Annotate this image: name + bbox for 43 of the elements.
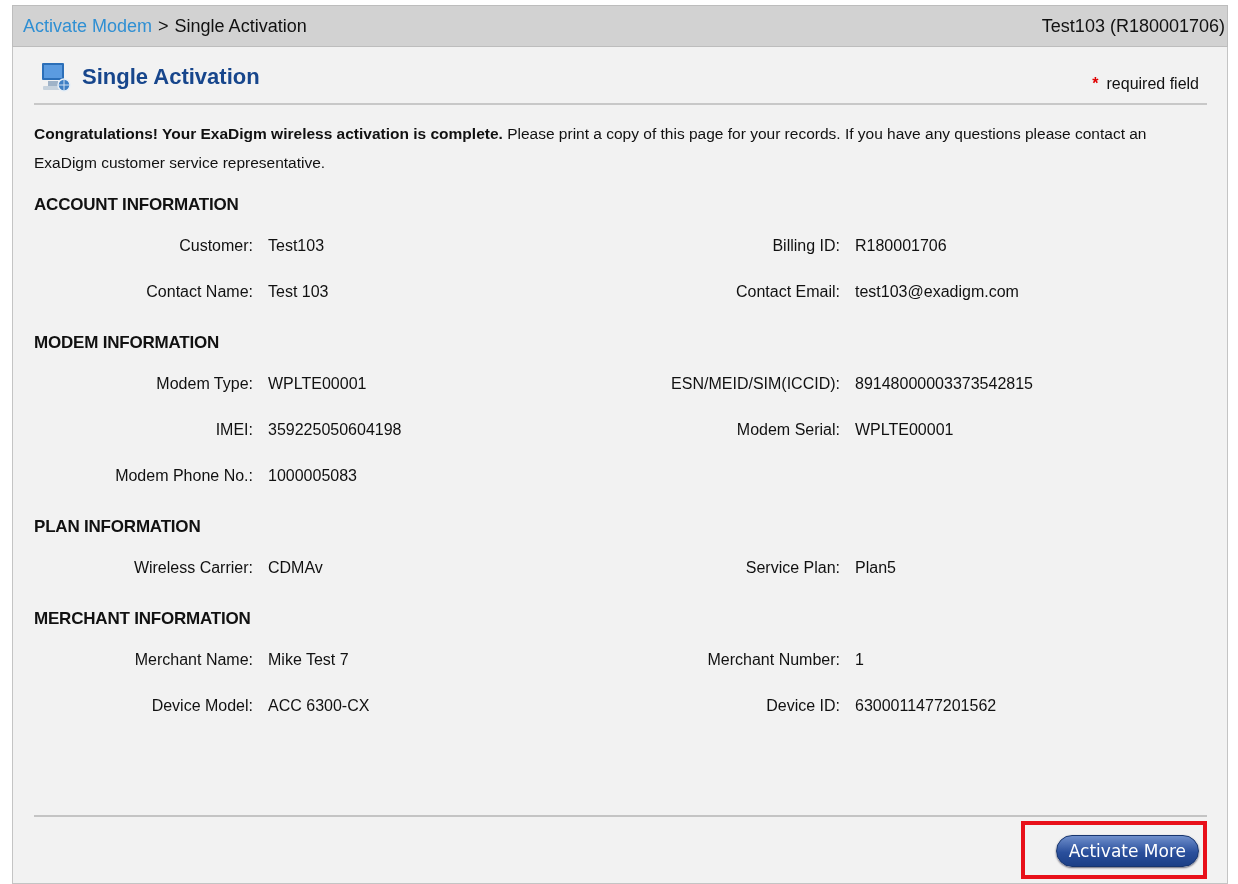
section-heading: PLAN INFORMATION bbox=[34, 517, 202, 537]
field-value: Mike Test 7 bbox=[268, 651, 350, 669]
field-label: Contact Name: bbox=[145, 283, 253, 301]
section-heading: MERCHANT INFORMATION bbox=[34, 609, 252, 629]
field-label: Wireless Carrier: bbox=[132, 559, 253, 577]
field-label: IMEI: bbox=[214, 421, 253, 439]
field-label: ESN/MEID/SIM(ICCID): bbox=[670, 375, 840, 393]
field-value: test103@exadigm.com bbox=[855, 283, 1020, 301]
field-label: Merchant Name: bbox=[133, 651, 253, 669]
page-title: Single Activation bbox=[82, 64, 260, 90]
field-value: Test 103 bbox=[268, 283, 330, 301]
field-value: 1 bbox=[855, 651, 865, 669]
section-heading: ACCOUNT INFORMATION bbox=[34, 195, 240, 215]
field-value: Test103 bbox=[268, 237, 326, 255]
field-label: Device Model: bbox=[150, 697, 253, 715]
field-value: CDMAv bbox=[268, 559, 324, 577]
field-value: Plan5 bbox=[855, 559, 897, 577]
field-label: Customer: bbox=[178, 237, 253, 255]
breadcrumb-current: Single Activation bbox=[174, 15, 307, 37]
activate-more-button[interactable]: Activate More bbox=[1055, 835, 1199, 867]
field-label: Billing ID: bbox=[771, 237, 840, 255]
field-label: Modem Serial: bbox=[735, 421, 840, 439]
field-label: Modem Type: bbox=[155, 375, 253, 393]
field-value: 89148000003373542815 bbox=[855, 375, 1034, 393]
field-value: 6300011477201562 bbox=[855, 697, 998, 715]
field-label: Modem Phone No.: bbox=[114, 467, 253, 485]
field-value: 1000005083 bbox=[268, 467, 358, 485]
field-value: ACC 6300-CX bbox=[268, 697, 371, 715]
field-value: WPLTE00001 bbox=[268, 375, 368, 393]
field-label: Merchant Number: bbox=[706, 651, 840, 669]
field-label: Contact Email: bbox=[734, 283, 840, 301]
required-note: required field bbox=[1106, 75, 1199, 93]
field-value: WPLTE00001 bbox=[855, 421, 955, 439]
section-heading: MODEM INFORMATION bbox=[34, 333, 221, 353]
confirmation-message: Congratulations! Your ExaDigm wireless activation is complete. Please print a copy of this page for your records. If you have any questions please contact an ExaDigm customer service representative. bbox=[34, 124, 1148, 173]
field-label: Service Plan: bbox=[744, 559, 840, 577]
field-label: Device ID: bbox=[765, 697, 840, 715]
account-label: Test103 (R180001706) bbox=[1041, 15, 1225, 37]
required-asterisk: * bbox=[1092, 75, 1099, 93]
computer-globe-icon bbox=[40, 61, 72, 93]
field-value: 359225050604198 bbox=[268, 421, 403, 439]
field-value: R180001706 bbox=[855, 237, 948, 255]
breadcrumb-separator: > bbox=[158, 15, 169, 37]
